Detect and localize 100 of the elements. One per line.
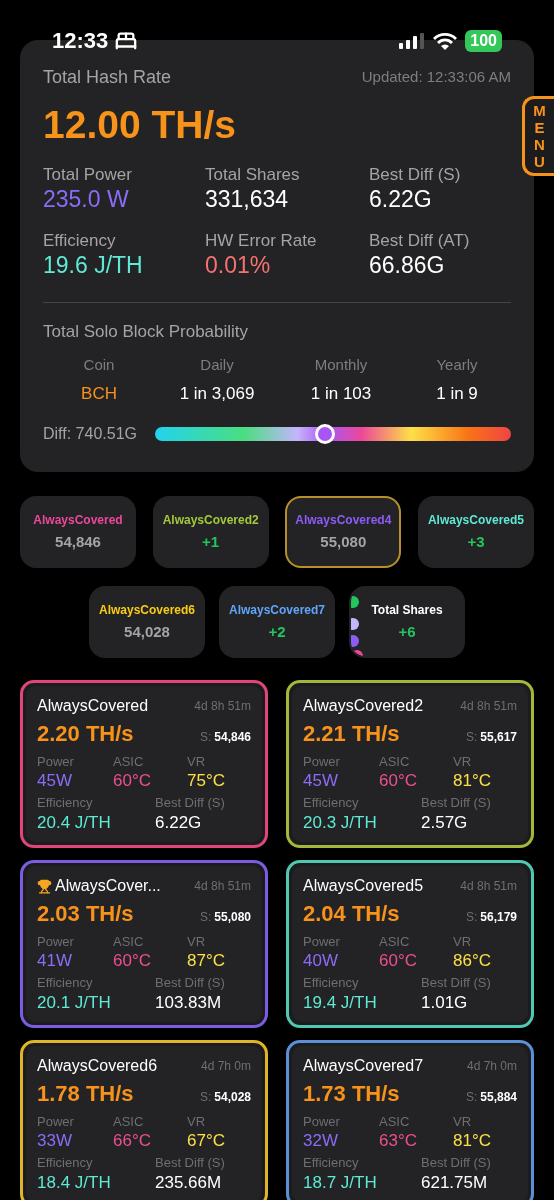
chip-value: +2 — [268, 622, 286, 642]
stat-label: Best Diff (S) — [421, 975, 492, 992]
shares-value: 54,846 — [214, 728, 251, 746]
total-hashrate: 12.00 TH/s — [43, 102, 237, 148]
chip-name: AlwaysCovered6 — [98, 602, 195, 619]
section-title: Total Solo Block Probability — [43, 320, 250, 343]
stat-label: Power — [37, 933, 75, 950]
miner-chip[interactable]: AlwaysCovered2 +1 — [152, 496, 269, 569]
miner-hashrate: 2.03 TH/s — [37, 900, 134, 928]
stat-value: 235.66M — [155, 1171, 223, 1193]
stat-value: 60°C — [113, 950, 152, 972]
stat-label: Best Diff (S) — [421, 795, 492, 812]
chip-value: +3 — [467, 532, 485, 552]
miner-card[interactable]: AlwaysCovered2 4d 8h 51m 2.21 TH/s S: 55,617 Power 45W ASIC 60°C VR 81°C Efficiency 20.3 J/TH Best Diff (S) 2.57G — [286, 680, 534, 849]
stat-value: 32W — [303, 1130, 339, 1152]
miner-chip[interactable]: AlwaysCovered4 55,080 — [285, 496, 402, 569]
stat-label: ASIC — [379, 753, 411, 770]
stat-value: 20.3 J/TH — [303, 811, 378, 833]
stat-value: 18.7 J/TH — [303, 1171, 378, 1193]
column-header: Yearly — [436, 355, 478, 376]
stat-label: Power — [303, 933, 341, 950]
stat-value: 331,634 — [205, 185, 290, 214]
stat-value: 20.1 J/TH — [37, 991, 112, 1013]
stat-label: VR — [453, 1113, 473, 1130]
stat-value: 81°C — [453, 1130, 492, 1152]
difficulty-label: Diff: 740.51G — [43, 424, 137, 445]
stat-label: Efficiency — [43, 229, 117, 251]
stat-value: 81°C — [453, 770, 492, 792]
miner-hashrate: 2.04 TH/s — [303, 900, 400, 928]
stat-value: 86°C — [453, 950, 492, 972]
stat-value: 41W — [37, 950, 73, 972]
stat-value: 6.22G — [369, 185, 433, 214]
bed-icon — [114, 30, 139, 52]
stat-value: 75°C — [187, 770, 226, 792]
miner-card[interactable]: AlwaysCovered6 4d 7h 0m 1.78 TH/s S: 54,028 Power 33W ASIC 66°C VR 67°C Efficiency 18.4 J/TH Best Diff (S) 235.66M — [20, 1040, 268, 1200]
miner-card[interactable]: AlwaysCover... 4d 8h 51m 2.03 TH/s S: 55,080 Power 41W ASIC 60°C VR 87°C Efficiency 20.1 J/TH Best Diff (S) 103.83M — [20, 860, 268, 1029]
stat-label: Best Diff (AT) — [369, 229, 471, 251]
shares-value: 55,617 — [480, 728, 517, 746]
column-header: Daily — [200, 355, 234, 376]
chip-value: +1 — [202, 532, 220, 552]
battery-indicator: 100 — [465, 30, 502, 52]
probability-value: 1 in 3,069 — [179, 382, 255, 405]
shares-label: S: — [199, 728, 212, 746]
stat-value: 0.01% — [205, 251, 272, 280]
stat-label: ASIC — [113, 1113, 145, 1130]
stat-label: Efficiency — [37, 975, 94, 992]
probability-value: BCH — [81, 382, 117, 405]
probability-value: 1 in 103 — [310, 382, 372, 405]
miner-chip[interactable]: AlwaysCovered 54,846 — [20, 496, 136, 569]
stat-value: 19.4 J/TH — [303, 991, 378, 1013]
shares-label: S: — [465, 908, 478, 926]
slider-thumb[interactable] — [314, 424, 335, 445]
miner-name: AlwaysCovered6 — [37, 1056, 158, 1077]
shares-label: S: — [465, 728, 478, 746]
miner-chip[interactable]: AlwaysCovered5 +3 — [417, 496, 534, 569]
miner-name: AlwaysCovered2 — [303, 696, 424, 717]
stat-value: 66°C — [113, 1130, 152, 1152]
shares-label: S: — [199, 908, 212, 926]
miner-chip[interactable]: AlwaysCovered6 54,028 — [89, 586, 205, 659]
difficulty-slider[interactable] — [155, 427, 511, 442]
miner-hashrate: 2.20 TH/s — [37, 720, 134, 748]
miner-card[interactable]: AlwaysCovered 4d 8h 51m 2.20 TH/s S: 54,846 Power 45W ASIC 60°C VR 75°C Efficiency 20.4 J/TH Best Diff (S) 6.22G — [20, 680, 268, 849]
stat-label: ASIC — [113, 753, 145, 770]
confetti-drawing — [351, 594, 365, 657]
miner-chip[interactable]: Total Shares +6 — [349, 586, 465, 659]
miner-card[interactable]: AlwaysCovered7 4d 7h 0m 1.73 TH/s S: 55,884 Power 32W ASIC 63°C VR 81°C Efficiency 18.7 J/TH Best Diff (S) 621.75M — [286, 1040, 534, 1200]
chip-name: AlwaysCovered5 — [427, 512, 524, 529]
stat-label: Best Diff (S) — [421, 1155, 492, 1172]
miner-chip[interactable]: AlwaysCovered7 +2 — [219, 586, 335, 659]
stat-value: 60°C — [379, 950, 418, 972]
stat-label: Power — [37, 1113, 75, 1130]
stat-label: VR — [453, 753, 473, 770]
chip-name: AlwaysCovered — [33, 512, 123, 529]
stat-label: ASIC — [379, 1113, 411, 1130]
wifi-icon — [433, 32, 458, 50]
stat-label: Best Diff (S) — [369, 163, 462, 185]
menu-tab[interactable]: M E N U — [522, 96, 554, 176]
stat-value: 45W — [37, 770, 73, 792]
stat-label: VR — [187, 1113, 207, 1130]
stat-label: VR — [187, 933, 207, 950]
miner-hashrate: 1.78 TH/s — [37, 1080, 134, 1108]
probability-value: 1 in 9 — [436, 382, 478, 405]
miner-hashrate: 2.21 TH/s — [303, 720, 400, 748]
uptime: 4d 8h 51m — [194, 698, 251, 716]
uptime: 4d 8h 51m — [460, 878, 517, 896]
uptime: 4d 7h 0m — [466, 1058, 517, 1076]
miner-card[interactable]: AlwaysCovered5 4d 8h 51m 2.04 TH/s S: 56,179 Power 40W ASIC 60°C VR 86°C Efficiency 19.4 J/TH Best Diff (S) 1.01G — [286, 860, 534, 1029]
miner-name: AlwaysCover... — [55, 876, 161, 897]
stat-value: 1.01G — [421, 991, 469, 1013]
stat-label: Efficiency — [303, 795, 360, 812]
uptime: 4d 7h 0m — [200, 1058, 251, 1076]
stat-label: Power — [303, 1113, 341, 1130]
stat-label: ASIC — [113, 933, 145, 950]
stat-value: 40W — [303, 950, 339, 972]
chip-value: +6 — [398, 622, 416, 642]
stat-value: 33W — [37, 1130, 73, 1152]
stat-label: Best Diff (S) — [155, 795, 226, 812]
chip-value: 54,028 — [124, 622, 170, 642]
column-header: Monthly — [314, 355, 368, 376]
shares-label: S: — [465, 1088, 478, 1106]
